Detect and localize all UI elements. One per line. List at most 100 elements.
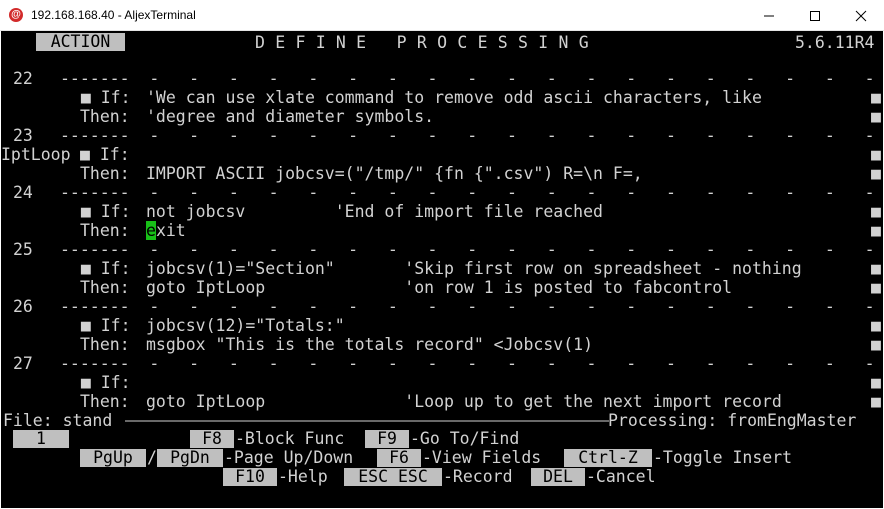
step-dashes: ------- - - - - - - - - - - - - - - - - … xyxy=(60,297,875,316)
step-separator: 24 ------- - - - - - - - - - - - - - - -… xyxy=(1,183,883,202)
scroll-marker: ■ xyxy=(871,221,881,240)
step-separator: 22 ------- - - - - - - - - - - - - - - -… xyxy=(1,69,883,88)
step-number: 23 xyxy=(13,126,33,145)
ctrl-z-key[interactable]: Ctrl-Z xyxy=(564,449,652,467)
scroll-marker: ■ xyxy=(871,392,881,411)
then-line[interactable]: Then: IMPORT ASCII jobcsv=("/tmp/" {fn {… xyxy=(1,164,883,183)
del-label: -Cancel xyxy=(586,467,656,486)
step-label: IptLoop xyxy=(1,145,71,164)
scroll-marker: ■ xyxy=(871,335,881,354)
screen-title: DEFINE PROCESSING xyxy=(255,33,599,52)
if-line[interactable]: IptLoop ■ If: ■ xyxy=(1,145,883,164)
f8-label: -Block Func xyxy=(235,429,345,448)
action-button[interactable]: ACTION xyxy=(36,33,125,51)
f6-key[interactable]: F6 xyxy=(377,449,421,467)
then-prefix: Then: xyxy=(80,392,130,411)
then-prefix: Then: xyxy=(80,335,130,354)
then-action[interactable]: goto IptLoop 'Loop up to get the next im… xyxy=(146,392,782,411)
then-action[interactable]: goto IptLoop 'on row 1 is posted to fabc… xyxy=(146,278,732,297)
then-line[interactable]: Then: msgbox "This is the totals record"… xyxy=(1,335,883,354)
if-prefix: ■ If: xyxy=(61,373,131,392)
if-line[interactable]: ■ If: ■ xyxy=(1,373,883,392)
scroll-marker: ■ xyxy=(871,373,881,392)
text-cursor: e xyxy=(146,221,156,240)
scroll-marker: ■ xyxy=(871,145,881,164)
then-action[interactable]: exit xyxy=(146,221,186,240)
step-dashes: ------- - - - - - - - - - - - - - - - - … xyxy=(60,126,875,145)
if-condition[interactable]: jobcsv(1)="Section" 'Skip first row on s… xyxy=(146,259,802,278)
f9-key[interactable]: F9 xyxy=(365,430,409,448)
if-prefix: ■ If: xyxy=(61,88,131,107)
version-label: 5.6.11R4 xyxy=(795,33,875,52)
status-bar: File: stand Processing: fromEngMaster xyxy=(1,411,883,430)
if-line[interactable]: ■ If: jobcsv(1)="Section" 'Skip first ro… xyxy=(1,259,883,278)
esc-esc-label: -Record xyxy=(443,467,513,486)
terminal-screen[interactable]: ACTION DEFINE PROCESSING 5.6.11R4 22 ---… xyxy=(1,31,883,508)
if-condition[interactable]: 'We can use xlate command to remove odd … xyxy=(146,88,762,107)
esc-esc-key[interactable]: ESC ESC xyxy=(344,468,442,486)
if-condition[interactable]: not jobcsv 'End of import file reached xyxy=(146,202,603,221)
scroll-marker: ■ xyxy=(871,88,881,107)
step-dashes: ------- - - - - - - - - - - - - - - - - … xyxy=(60,183,875,202)
scroll-marker: ■ xyxy=(871,202,881,221)
maximize-button[interactable] xyxy=(792,0,838,31)
step-dashes: ------- - - - - - - - - - - - - - - - - … xyxy=(60,240,875,259)
then-prefix: Then: xyxy=(80,107,130,126)
if-prefix: ■ If: xyxy=(61,202,131,221)
if-prefix: ■ If: xyxy=(61,316,131,335)
minimize-button[interactable] xyxy=(746,0,792,31)
step-dashes: ------- - - - - - - - - - - - - - - - - … xyxy=(60,354,875,373)
step-number: 27 xyxy=(13,354,33,373)
then-action[interactable]: IMPORT ASCII jobcsv=("/tmp/" {fn {".csv"… xyxy=(146,164,643,183)
del-key[interactable]: DEL xyxy=(531,468,585,486)
step-number: 25 xyxy=(13,240,33,259)
then-line[interactable]: Then: 'degree and diameter symbols. ■ xyxy=(1,107,883,126)
then-action-text: xit xyxy=(155,221,186,240)
if-line[interactable]: ■ If: 'We can use xlate command to remov… xyxy=(1,88,883,107)
scroll-marker: ■ xyxy=(871,164,881,183)
f9-label: -Go To/Find xyxy=(410,429,520,448)
file-label: File: stand xyxy=(3,411,113,430)
scroll-marker: ■ xyxy=(871,259,881,278)
f10-key[interactable]: F10 xyxy=(223,468,277,486)
maximize-icon xyxy=(810,11,820,21)
then-prefix: Then: xyxy=(80,221,130,240)
page-number[interactable]: 1 xyxy=(13,430,69,448)
step-separator: 27 ------- - - - - - - - - - - - - - - -… xyxy=(1,354,883,373)
pgdn-key[interactable]: PgDn xyxy=(157,449,223,467)
then-line[interactable]: Then: goto IptLoop 'on row 1 is posted t… xyxy=(1,278,883,297)
scroll-marker: ■ xyxy=(871,107,881,126)
scroll-marker: ■ xyxy=(871,278,881,297)
if-condition[interactable]: jobcsv(12)="Totals:" xyxy=(146,316,345,335)
then-line[interactable]: Then: goto IptLoop 'Loop up to get the n… xyxy=(1,392,883,411)
step-separator: 26 ------- - - - - - - - - - - - - - - -… xyxy=(1,297,883,316)
at-sign-icon: @ xyxy=(9,8,23,22)
then-prefix: Then: xyxy=(80,164,130,183)
step-separator: 25 ------- - - - - - - - - - - - - - - -… xyxy=(1,240,883,259)
window-title: 192.168.168.40 - AljexTerminal xyxy=(31,8,196,22)
pgdn-label: -Page Up/Down xyxy=(224,448,354,467)
close-icon xyxy=(855,10,867,22)
pgup-separator: / xyxy=(147,448,157,467)
if-line[interactable]: ■ If: jobcsv(12)="Totals:" ■ xyxy=(1,316,883,335)
if-prefix: ■ If: xyxy=(80,145,130,164)
then-line[interactable]: Then: exit ■ xyxy=(1,221,883,240)
close-button[interactable] xyxy=(838,0,884,31)
then-action[interactable]: 'degree and diameter symbols. xyxy=(146,107,434,126)
ctrl-z-label: -Toggle Insert xyxy=(653,448,793,467)
then-action[interactable]: msgbox "This is the totals record" <Jobc… xyxy=(146,335,593,354)
minimize-icon xyxy=(764,15,774,17)
if-line[interactable]: ■ If: not jobcsv 'End of import file rea… xyxy=(1,202,883,221)
window-titlebar: @ 192.168.168.40 - AljexTerminal xyxy=(0,0,884,31)
step-separator: 23 ------- - - - - - - - - - - - - - - -… xyxy=(1,126,883,145)
status-divider xyxy=(125,420,609,422)
if-prefix: ■ If: xyxy=(61,259,131,278)
step-number: 24 xyxy=(13,183,33,202)
step-number: 26 xyxy=(13,297,33,316)
f6-label: -View Fields xyxy=(422,448,542,467)
f8-key[interactable]: F8 xyxy=(190,430,234,448)
pgup-key[interactable]: PgUp xyxy=(80,449,146,467)
f10-label: -Help xyxy=(278,467,328,486)
scroll-marker: ■ xyxy=(871,316,881,335)
then-prefix: Then: xyxy=(80,278,130,297)
